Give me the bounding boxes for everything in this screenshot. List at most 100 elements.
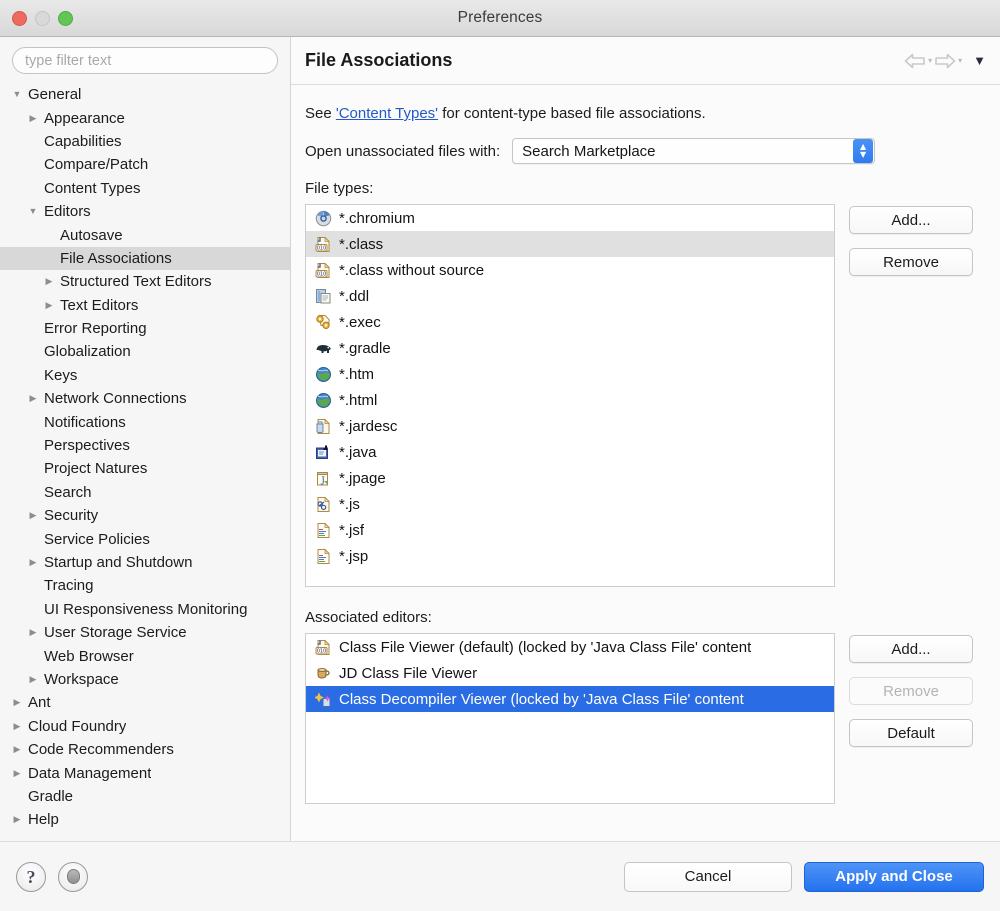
search-input[interactable] xyxy=(12,47,278,74)
sidebar-item-compare-patch[interactable]: ▶Compare/Patch xyxy=(0,153,290,176)
sidebar-item-label: Text Editors xyxy=(60,297,138,314)
sidebar-item-code-recommenders[interactable]: ▶Code Recommenders xyxy=(0,738,290,761)
list-item[interactable]: Class Decompiler Viewer (locked by 'Java… xyxy=(306,686,834,712)
sidebar-item-general[interactable]: ▼General xyxy=(0,83,290,106)
list-item[interactable]: *.chromium xyxy=(306,205,834,231)
sidebar-item-appearance[interactable]: ▶Appearance xyxy=(0,106,290,129)
twisty-collapsed-icon[interactable]: ▶ xyxy=(42,301,56,310)
forward-dropdown-caret[interactable]: ▾ xyxy=(958,57,962,65)
sidebar-item-label: Error Reporting xyxy=(44,320,147,337)
list-item[interactable]: *.java xyxy=(306,439,834,465)
list-item[interactable]: 010*.class xyxy=(306,231,834,257)
sidebar-item-tracing[interactable]: ▶Tracing xyxy=(0,574,290,597)
sidebar-item-label: Help xyxy=(28,811,59,828)
sidebar-item-gradle[interactable]: ▶Gradle xyxy=(0,785,290,808)
sidebar-item-startup-and-shutdown[interactable]: ▶Startup and Shutdown xyxy=(0,551,290,574)
list-item[interactable]: *.js xyxy=(306,491,834,517)
sidebar-item-notifications[interactable]: ▶Notifications xyxy=(0,410,290,433)
editors-default-button[interactable]: Default xyxy=(849,719,973,747)
java-source-file-icon xyxy=(311,443,335,461)
secondary-round-button[interactable] xyxy=(58,862,88,892)
sidebar-item-error-reporting[interactable]: ▶Error Reporting xyxy=(0,317,290,340)
coffee-cup-icon xyxy=(311,664,335,682)
sidebar-item-file-associations[interactable]: ▶File Associations xyxy=(0,247,290,270)
sidebar-item-globalization[interactable]: ▶Globalization xyxy=(0,340,290,363)
apply-and-close-button[interactable]: Apply and Close xyxy=(804,862,984,892)
file-types-add-button[interactable]: Add... xyxy=(849,206,973,234)
javascript-file-icon xyxy=(311,495,335,513)
sidebar-item-ui-responsiveness-monitoring[interactable]: ▶UI Responsiveness Monitoring xyxy=(0,598,290,621)
twisty-collapsed-icon[interactable]: ▶ xyxy=(10,815,24,824)
list-item[interactable]: J*.jpage xyxy=(306,465,834,491)
sidebar-item-perspectives[interactable]: ▶Perspectives xyxy=(0,434,290,457)
list-item[interactable]: *.jsf xyxy=(306,517,834,543)
sidebar-item-label: Compare/Patch xyxy=(44,156,148,173)
list-item[interactable]: *.htm xyxy=(306,361,834,387)
twisty-expanded-icon[interactable]: ▼ xyxy=(10,90,24,99)
twisty-collapsed-icon[interactable]: ▶ xyxy=(42,277,56,286)
list-item[interactable]: JD Class File Viewer xyxy=(306,660,834,686)
twisty-collapsed-icon[interactable]: ▶ xyxy=(26,628,40,637)
twisty-collapsed-icon[interactable]: ▶ xyxy=(10,769,24,778)
forward-button[interactable]: ▾ xyxy=(934,53,962,69)
sidebar-item-web-browser[interactable]: ▶Web Browser xyxy=(0,644,290,667)
twisty-collapsed-icon[interactable]: ▶ xyxy=(26,675,40,684)
sidebar-item-service-policies[interactable]: ▶Service Policies xyxy=(0,527,290,550)
sidebar-item-capabilities[interactable]: ▶Capabilities xyxy=(0,130,290,153)
select-stepper-icon[interactable]: ▲ ▼ xyxy=(853,139,873,163)
sidebar-item-workspace[interactable]: ▶Workspace xyxy=(0,668,290,691)
preferences-tree[interactable]: ▼General▶Appearance▶Capabilities▶Compare… xyxy=(0,82,290,841)
twisty-collapsed-icon[interactable]: ▶ xyxy=(26,114,40,123)
sidebar-item-text-editors[interactable]: ▶ Text Editors xyxy=(0,294,290,317)
sidebar-item-search[interactable]: ▶Search xyxy=(0,481,290,504)
sidebar-item-help[interactable]: ▶ Help xyxy=(0,808,290,831)
file-types-remove-button[interactable]: Remove xyxy=(849,248,973,276)
content-types-link[interactable]: 'Content Types' xyxy=(336,105,438,122)
globe-icon xyxy=(311,365,335,383)
sidebar-item-network-connections[interactable]: ▶Network Connections xyxy=(0,387,290,410)
list-item-label: *.jsp xyxy=(339,548,368,565)
sidebar-item-data-management[interactable]: ▶Data Management xyxy=(0,761,290,784)
sidebar-item-autosave[interactable]: ▶Autosave xyxy=(0,223,290,246)
list-item[interactable]: *.gradle xyxy=(306,335,834,361)
cancel-button[interactable]: Cancel xyxy=(624,862,792,892)
twisty-collapsed-icon[interactable]: ▶ xyxy=(10,722,24,731)
sidebar-item-content-types[interactable]: ▶Content Types xyxy=(0,177,290,200)
twisty-collapsed-icon[interactable]: ▶ xyxy=(26,558,40,567)
chevron-down-icon[interactable]: ▼ xyxy=(973,54,986,67)
unassociated-files-select[interactable]: Search Marketplace ▲ ▼ xyxy=(512,138,875,164)
sidebar-item-ant[interactable]: ▶Ant xyxy=(0,691,290,714)
list-item[interactable]: 010Class File Viewer (default) (locked b… xyxy=(306,634,834,660)
list-item[interactable]: *.jardesc xyxy=(306,413,834,439)
twisty-collapsed-icon[interactable]: ▶ xyxy=(10,745,24,754)
twisty-collapsed-icon[interactable]: ▶ xyxy=(26,511,40,520)
back-button[interactable]: ▾ xyxy=(904,53,932,69)
list-item-label: *.gradle xyxy=(339,340,391,357)
sidebar-item-cloud-foundry[interactable]: ▶Cloud Foundry xyxy=(0,715,290,738)
sidebar-item-project-natures[interactable]: ▶Project Natures xyxy=(0,457,290,480)
sidebar-item-editors[interactable]: ▼Editors xyxy=(0,200,290,223)
editors-add-button[interactable]: Add... xyxy=(849,635,973,663)
sidebar-item-label: Content Types xyxy=(44,180,140,197)
associated-editors-label: Associated editors: xyxy=(305,587,986,633)
dialog-footer: ? Cancel Apply and Close xyxy=(0,841,1000,911)
preferences-sidebar: ▼General▶Appearance▶Capabilities▶Compare… xyxy=(0,37,291,841)
list-item[interactable]: *.html xyxy=(306,387,834,413)
sidebar-item-security[interactable]: ▶Security xyxy=(0,504,290,527)
page-content: See 'Content Types' for content-type bas… xyxy=(291,85,1000,841)
back-dropdown-caret[interactable]: ▾ xyxy=(928,57,932,65)
list-item[interactable]: *.exec xyxy=(306,309,834,335)
twisty-expanded-icon[interactable]: ▼ xyxy=(26,207,40,216)
help-button[interactable]: ? xyxy=(16,862,46,892)
sidebar-item-user-storage-service[interactable]: ▶User Storage Service xyxy=(0,621,290,644)
twisty-collapsed-icon[interactable]: ▶ xyxy=(10,698,24,707)
window-titlebar: Preferences xyxy=(0,0,1000,37)
sidebar-item-structured-text-editors[interactable]: ▶Structured Text Editors xyxy=(0,270,290,293)
file-types-list[interactable]: *.chromium010*.class010*.class without s… xyxy=(305,204,835,587)
list-item[interactable]: *.jsp xyxy=(306,543,834,569)
list-item[interactable]: *.ddl xyxy=(306,283,834,309)
twisty-collapsed-icon[interactable]: ▶ xyxy=(26,394,40,403)
associated-editors-list[interactable]: 010Class File Viewer (default) (locked b… xyxy=(305,633,835,804)
list-item[interactable]: 010*.class without source xyxy=(306,257,834,283)
sidebar-item-keys[interactable]: ▶Keys xyxy=(0,364,290,387)
